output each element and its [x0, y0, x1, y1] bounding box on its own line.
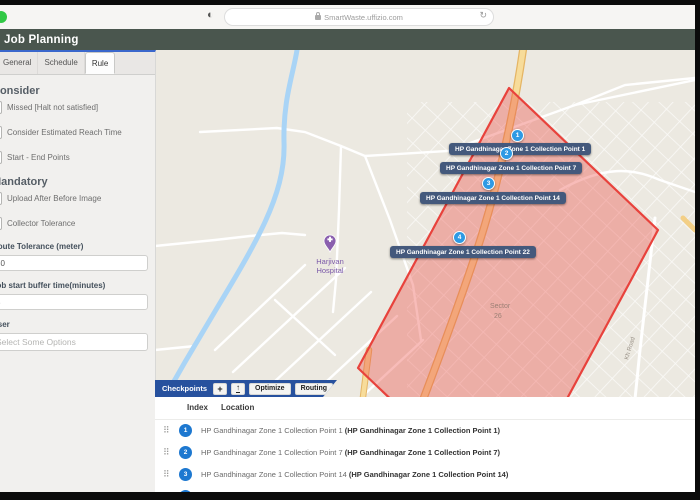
url-value: SmartWaste.uffizio.com: [324, 13, 403, 22]
map-tooltip-point-7: HP Gandhinagar Zone 1 Collection Point 7: [440, 162, 582, 174]
sector-label-line1: Sector: [490, 303, 511, 310]
map-tooltip-point-1: HP Gandhinagar Zone 1 Collection Point 1: [449, 143, 591, 155]
tab-general[interactable]: General: [0, 52, 38, 74]
checkbox-label: Consider Estimated Reach Time: [7, 128, 122, 137]
checkbox-icon[interactable]: [0, 151, 2, 164]
route-tolerance-label: Route Tolerance (meter): [0, 242, 147, 251]
table-header: Index Location: [155, 397, 695, 420]
lock-icon: [315, 15, 321, 20]
table-row[interactable]: ⠿ 4 HP Gandhinagar Zone 1 Collection Poi…: [155, 485, 695, 492]
screenshot-root: ◐ SmartWaste.uffizio.com ↻ Job Planning: [0, 0, 700, 500]
frame-bar-right: [695, 0, 700, 500]
url-bar[interactable]: SmartWaste.uffizio.com ↻: [224, 8, 494, 26]
checkbox-row-upload-image[interactable]: Upload After Before Image: [0, 192, 147, 205]
browser-toolbar: ◐ SmartWaste.uffizio.com ↻: [0, 5, 700, 30]
map-tooltip-point-22: HP Gandhinagar Zone 1 Collection Point 2…: [390, 246, 536, 258]
upload-button[interactable]: ↑: [231, 383, 245, 395]
section-heading-consider: Consider: [0, 85, 147, 97]
drag-handle-icon[interactable]: ⠿: [163, 470, 170, 479]
checkbox-icon[interactable]: [0, 192, 2, 205]
checkpoints-title: Checkpoints: [162, 384, 207, 393]
url-text: SmartWaste.uffizio.com: [315, 13, 403, 22]
hospital-label-line2: Hospital: [316, 266, 343, 275]
map-marker-1[interactable]: 1: [511, 129, 524, 142]
tab-schedule[interactable]: Schedule: [38, 52, 84, 74]
checkbox-row-collector-tolerance[interactable]: Collector Tolerance: [0, 217, 147, 230]
checkpoints-toolbar: Checkpoints + ↑ Optimize Routing: [155, 380, 337, 397]
hospital-label-line1: Harjivan: [316, 257, 344, 266]
row-location-bold: (HP Gandhinagar Zone 1 Collection Point …: [349, 470, 508, 479]
map-marker-2[interactable]: 2: [500, 147, 513, 160]
job-buffer-input[interactable]: [0, 294, 148, 310]
map-tooltip-point-14: HP Gandhinagar Zone 1 Collection Point 1…: [420, 192, 566, 204]
app-header: Job Planning: [0, 29, 700, 50]
upload-icon: ↑: [236, 384, 240, 393]
panel-content: Consider Missed [Halt not satisfied] Con…: [0, 75, 155, 351]
frame-bar-bottom: [0, 492, 700, 500]
add-checkpoint-button[interactable]: +: [213, 383, 227, 395]
checkbox-row-start-end-points[interactable]: Start - End Points: [0, 151, 147, 164]
job-buffer-label: Job start buffer time(minutes): [0, 281, 147, 290]
checkbox-row-missed[interactable]: Missed [Halt not satisfied]: [0, 101, 147, 114]
map-marker-4[interactable]: 4: [453, 231, 466, 244]
row-index-badge: 1: [179, 424, 192, 437]
column-header-index: Index: [187, 403, 208, 412]
reload-icon[interactable]: ↻: [479, 10, 487, 21]
column-header-location: Location: [221, 403, 254, 412]
table-row[interactable]: ⠿ 1 HP Gandhinagar Zone 1 Collection Poi…: [155, 419, 695, 441]
table-row[interactable]: ⠿ 3 HP Gandhinagar Zone 1 Collection Poi…: [155, 463, 695, 485]
page-title: Job Planning: [4, 34, 79, 46]
user-select-input[interactable]: [0, 333, 148, 351]
row-location-bold: (HP Gandhinagar Zone 1 Collection Point …: [345, 448, 500, 457]
route-tolerance-input[interactable]: [0, 255, 148, 271]
drag-handle-icon[interactable]: ⠿: [163, 448, 170, 457]
map-marker-3[interactable]: 3: [482, 177, 495, 190]
drag-handle-icon[interactable]: ⠿: [163, 426, 170, 435]
tab-bar: General Schedule Rule: [0, 52, 155, 75]
checkbox-label: Upload After Before Image: [7, 194, 101, 203]
shield-icon[interactable]: ◐: [207, 9, 214, 21]
row-location-bold: (HP Gandhinagar Zone 1 Collection Point …: [345, 426, 500, 435]
user-label: User: [0, 320, 147, 329]
row-location-name: HP Gandhinagar Zone 1 Collection Point 1: [201, 426, 345, 435]
frame-bar-top: [0, 0, 700, 5]
checkbox-icon[interactable]: [0, 217, 2, 230]
table-row[interactable]: ⠿ 2 HP Gandhinagar Zone 1 Collection Poi…: [155, 441, 695, 463]
traffic-light-green-icon[interactable]: [0, 11, 7, 23]
row-index-badge: 3: [179, 468, 192, 481]
checkpoints-table: Index Location ⠿ 1 HP Gandhinagar Zone 1…: [155, 397, 695, 492]
rule-settings-panel: General Schedule Rule Consider Missed [H…: [0, 50, 156, 494]
row-location: HP Gandhinagar Zone 1 Collection Point 1…: [201, 426, 500, 435]
checkbox-label: Missed [Halt not satisfied]: [7, 103, 98, 112]
tab-rule[interactable]: Rule: [85, 52, 115, 74]
row-index-badge: 2: [179, 446, 192, 459]
checkbox-label: Collector Tolerance: [7, 219, 75, 228]
section-heading-mandatory: Mandatory: [0, 176, 147, 188]
optimize-button[interactable]: Optimize: [249, 383, 291, 395]
row-location: HP Gandhinagar Zone 1 Collection Point 1…: [201, 470, 508, 479]
checkbox-icon[interactable]: [0, 126, 2, 139]
row-location-name: HP Gandhinagar Zone 1 Collection Point 1…: [201, 470, 349, 479]
checkbox-row-estimated-reach[interactable]: Consider Estimated Reach Time: [0, 126, 147, 139]
checkbox-icon[interactable]: [0, 101, 2, 114]
row-location-name: HP Gandhinagar Zone 1 Collection Point 7: [201, 448, 345, 457]
sector-label-line2: 26: [494, 313, 502, 320]
checkbox-label: Start - End Points: [7, 153, 70, 162]
row-location: HP Gandhinagar Zone 1 Collection Point 7…: [201, 448, 500, 457]
